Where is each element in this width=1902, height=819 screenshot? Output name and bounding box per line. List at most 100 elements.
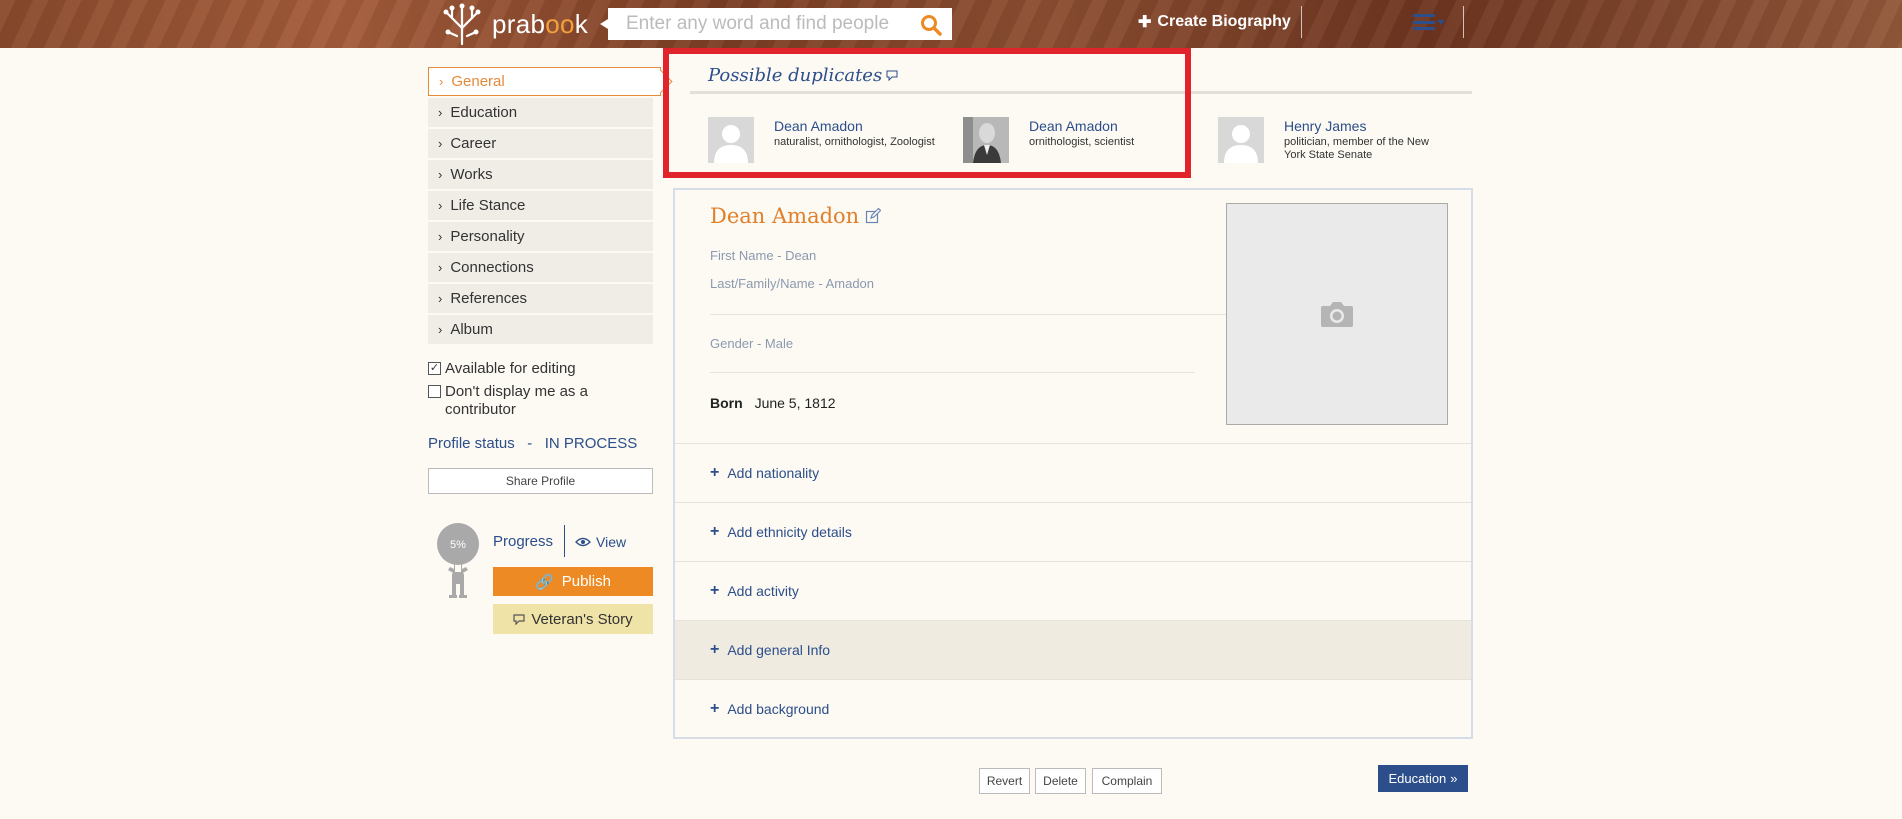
duplicate-card[interactable]: Dean Amadon naturalist, ornithologist, Z… [708,117,948,163]
add-nationality-label: Add nationality [727,465,820,481]
duplicate-description: ornithologist, scientist [1029,136,1135,148]
chevron-right-icon: › [438,291,443,306]
next-section-label: Education [1388,771,1447,786]
gender-field[interactable]: Gender - Male [710,336,793,351]
add-activity-row[interactable]: + Add activity [675,561,1471,620]
delete-button[interactable]: Delete [1035,768,1086,794]
chevron-right-icon: › [438,322,443,337]
profile-status-value: IN PROCESS [544,435,638,452]
progress-figure: 5% [434,522,482,602]
hamburger-menu-icon [1413,14,1435,30]
plus-icon: + [710,700,720,717]
next-section-button[interactable]: Education » [1378,765,1468,792]
sidebar-item-label: Life Stance [450,197,526,214]
profile-status: Profile status - IN PROCESS [428,435,637,452]
possible-duplicates-heading: Possible duplicates [708,65,898,86]
profile-photo-placeholder[interactable] [1226,203,1448,425]
plus-icon: + [710,582,720,599]
duplicate-card[interactable]: Dean Amadon ornithologist, scientist [963,117,1203,163]
duplicate-name[interactable]: Dean Amadon [1029,117,1134,135]
duplicate-description: politician, member of the New York State… [1284,136,1429,161]
available-for-editing-checkbox[interactable]: ✓ [428,362,441,375]
search-input[interactable] [608,9,908,39]
publish-button[interactable]: 🔗 Publish [493,567,653,596]
progress-divider [564,525,565,557]
sidebar-item-label: Personality [450,228,525,245]
sidebar-item-references[interactable]: › References [428,284,653,313]
available-for-editing-option[interactable]: ✓ Available for editing [428,360,653,378]
profile-options: ✓ Available for editing Don't display me… [428,360,653,424]
view-profile-link[interactable]: View [575,534,626,550]
speech-bubble-icon[interactable] [886,70,898,81]
prabook-logo[interactable]: prabook [438,2,588,46]
eye-icon [575,537,591,547]
add-background-label: Add background [727,701,830,717]
add-ethnicity-row[interactable]: + Add ethnicity details [675,502,1471,561]
chevron-right-icon: › [438,260,443,275]
plus-icon: + [710,641,720,658]
person-name-heading: Dean Amadon [710,204,882,228]
born-label: Born [710,395,743,411]
sidebar-item-career[interactable]: › Career [428,129,653,158]
sidebar-item-general[interactable]: › General [428,67,661,96]
view-label: View [596,534,627,550]
avatar-placeholder-icon [1218,117,1264,163]
dont-display-contributor-checkbox[interactable] [428,385,441,398]
dont-display-contributor-option[interactable]: Don't display me as a contributor [428,383,653,419]
sidebar-item-label: Education [450,104,518,121]
search-box [600,8,952,40]
sidebar-item-works[interactable]: › Works [428,160,653,189]
sidebar-item-album[interactable]: › Album [428,315,653,344]
first-name-field[interactable]: First Name - Dean [710,248,816,263]
sidebar-item-personality[interactable]: › Personality [428,222,653,251]
chevron-down-icon [1437,19,1445,25]
general-info-card: Dean Amadon First Name - Dean Last/Famil… [673,188,1473,739]
last-name-field[interactable]: Last/Family/Name - Amadon [710,276,874,291]
section-divider [710,372,1195,373]
complain-button[interactable]: Complain [1092,768,1162,794]
share-profile-button[interactable]: Share Profile [428,468,653,494]
sidebar-item-connections[interactable]: › Connections [428,253,653,282]
logo-wordmark-part-1: prab [492,8,546,39]
progress-figure-icon: 5% [437,523,479,598]
add-general-info-label: Add general Info [727,642,831,658]
progress-label[interactable]: Progress [493,533,553,550]
revert-button[interactable]: Revert [979,768,1030,794]
add-nationality-row[interactable]: + Add nationality [675,443,1471,502]
profile-status-label: Profile status [428,435,515,452]
born-value: June 5, 1812 [754,395,836,411]
create-biography-label: Create Biography [1157,13,1291,30]
sidebar-item-life-stance[interactable]: › Life Stance [428,191,653,220]
chevron-right-icon: › [438,229,443,244]
logo-wordmark-part-3: k [574,8,589,39]
add-general-info-row[interactable]: + Add general Info [675,620,1471,679]
double-chevron-right-icon: » [1450,771,1458,786]
sidebar-item-label: Connections [450,259,534,276]
plus-icon: + [710,523,720,540]
duplicate-description: naturalist, ornithologist, Zoologist [774,136,935,148]
duplicate-name[interactable]: Dean Amadon [774,117,935,135]
main-menu-button[interactable] [1413,14,1445,30]
profile-status-separator: - [518,435,541,452]
avatar-photo [963,117,1009,163]
dont-display-contributor-label: Don't display me as a contributor [445,383,588,418]
chevron-right-icon: › [438,105,443,120]
create-biography-button[interactable]: ✚ Create Biography [1138,12,1291,32]
birth-date: Born June 5, 1812 [710,395,836,411]
veterans-story-button[interactable]: Veteran's Story [493,604,653,634]
logo-wordmark-part-2: oo [545,8,575,39]
veterans-story-label: Veteran's Story [531,610,633,628]
sidebar-item-label: Career [450,135,497,152]
add-background-row[interactable]: + Add background [675,679,1471,738]
duplicate-card[interactable]: Henry James politician, member of the Ne… [1218,117,1458,163]
top-navigation-bar: prabook ✚ Create Biography [0,0,1902,48]
add-activity-label: Add activity [727,583,799,599]
sidebar-item-education[interactable]: › Education [428,98,653,127]
edit-icon[interactable] [865,208,882,224]
profile-sections-sidebar: › General › Education › Career › Works › Life… [428,67,661,346]
sidebar-item-label: References [450,290,528,307]
search-icon[interactable] [920,14,942,36]
duplicate-name[interactable]: Henry James [1284,117,1434,135]
avatar-placeholder-icon [708,117,754,163]
add-ethnicity-label: Add ethnicity details [727,524,852,540]
